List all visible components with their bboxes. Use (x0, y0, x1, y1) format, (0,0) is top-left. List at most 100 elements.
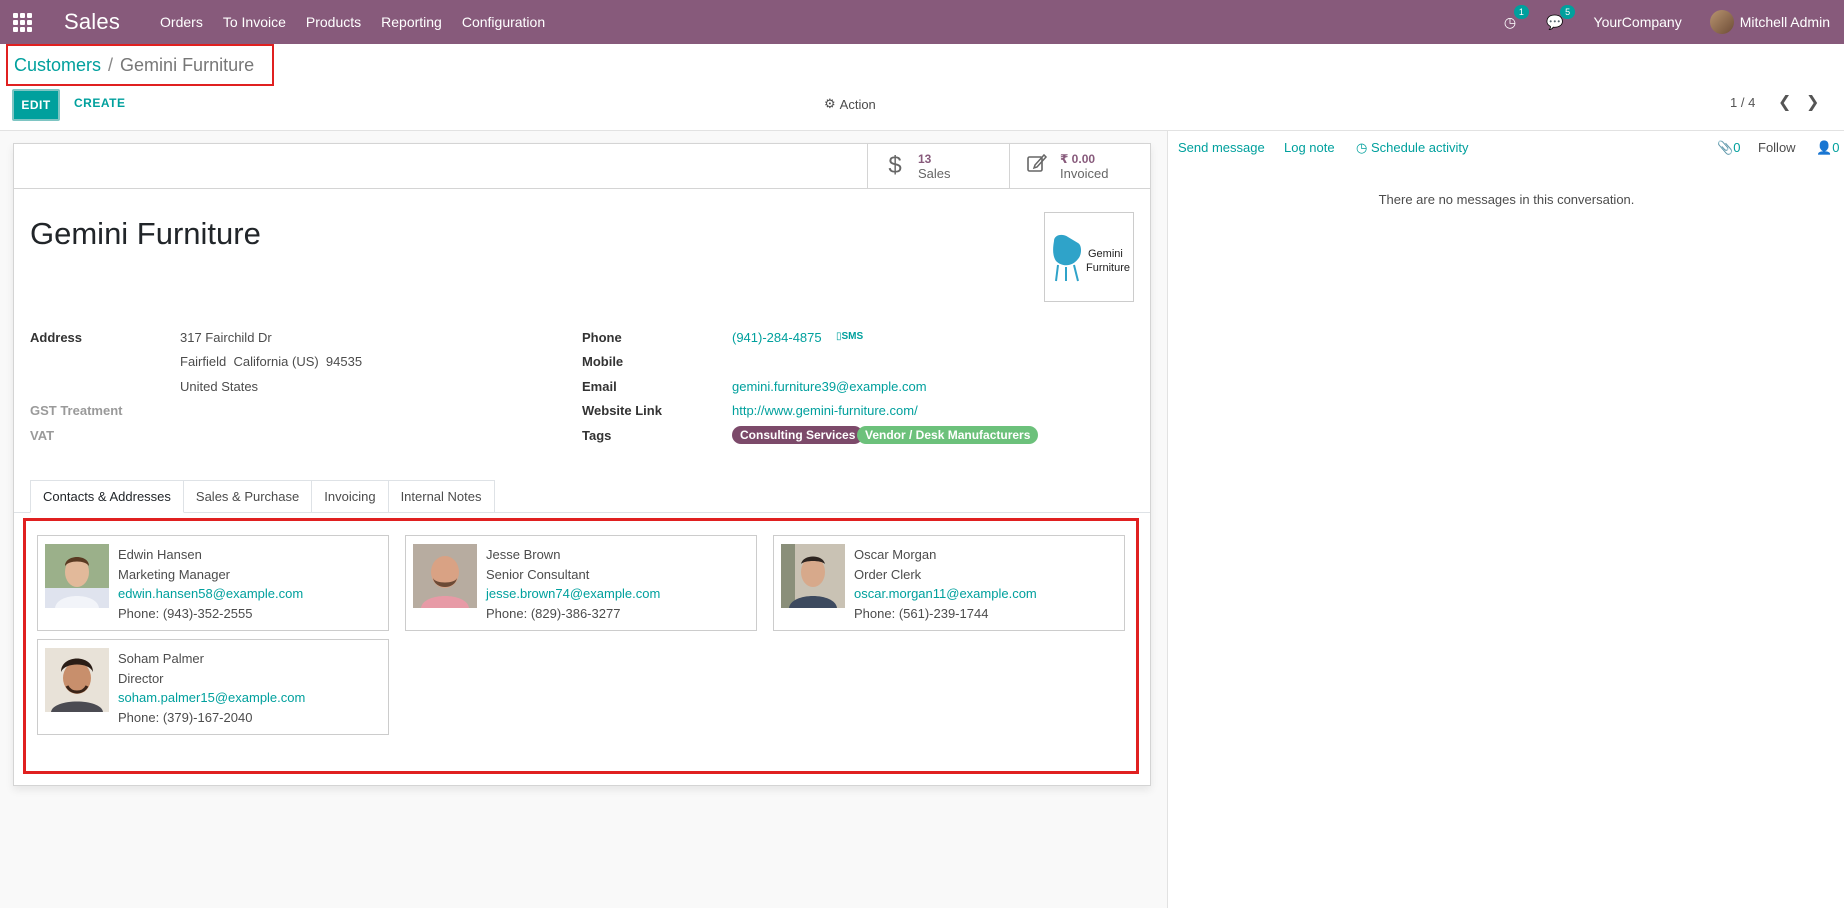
edit-button[interactable]: EDIT (12, 89, 60, 121)
tab-invoicing[interactable]: Invoicing (312, 480, 389, 513)
edit-document-icon (1026, 152, 1048, 181)
breadcrumb: Customers / Gemini Furniture (6, 44, 274, 86)
tags-label: Tags (582, 428, 612, 443)
app-name[interactable]: Sales (64, 9, 120, 35)
contact-name: Oscar Morgan (854, 547, 937, 562)
smart-button-box: $ 13 Sales ₹ 0.00 Invoiced (14, 144, 1150, 189)
attachments-count: 0 (1733, 140, 1741, 155)
tag-vendor-desk-manufacturers[interactable]: Vendor / Desk Manufacturers (857, 426, 1039, 444)
contact-phone: Phone: (943)-352-2555 (118, 606, 253, 621)
create-button[interactable]: CREATE (74, 96, 125, 110)
pager-previous-icon[interactable]: ❮ (1778, 92, 1791, 112)
followers-count: 0 (1832, 140, 1840, 155)
message-badge: 5 (1560, 4, 1576, 19)
sales-count: 13 (918, 151, 932, 166)
contact-phone: Phone: (379)-167-2040 (118, 710, 253, 725)
contact-card[interactable]: Soham Palmer Director soham.palmer15@exa… (37, 639, 389, 735)
messaging-button[interactable]: 💬 5 (1546, 4, 1576, 31)
dollar-icon: $ (888, 152, 902, 179)
action-label: Action (839, 96, 876, 112)
phone-label: Phone (582, 330, 622, 345)
contact-photo (45, 544, 109, 608)
log-note-button[interactable]: Log note (1284, 140, 1335, 155)
tab-contacts-addresses[interactable]: Contacts & Addresses (30, 480, 184, 513)
contact-name: Jesse Brown (486, 547, 561, 562)
invoiced-smart-button[interactable]: ₹ 0.00 Invoiced (1009, 144, 1151, 188)
send-message-button[interactable]: Send message (1178, 140, 1265, 155)
website-link[interactable]: http://www.gemini-furniture.com/ (732, 403, 918, 418)
partner-name: Gemini Furniture (30, 216, 261, 251)
tab-sales-purchase[interactable]: Sales & Purchase (183, 480, 313, 513)
sms-button[interactable]: ▯SMS (836, 331, 863, 342)
sms-label: SMS (841, 331, 864, 342)
mobile-label: Mobile (582, 354, 624, 369)
contact-photo (781, 544, 845, 608)
user-avatar (1709, 10, 1734, 34)
menu-configuration[interactable]: Configuration (462, 14, 545, 30)
contact-name: Edwin Hansen (118, 547, 202, 562)
form-sheet: $ 13 Sales ₹ 0.00 Invoiced Gemini Furnit… (13, 143, 1151, 786)
address-country: United States (180, 379, 259, 394)
breadcrumb-customers-link[interactable]: Customers (14, 55, 101, 76)
contact-card[interactable]: Edwin Hansen Marketing Manager edwin.han… (37, 535, 389, 631)
chatter-panel: Send message Log note ◷ Schedule activit… (1167, 131, 1844, 908)
tab-internal-notes[interactable]: Internal Notes (388, 480, 495, 513)
partner-logo[interactable]: Gemini Furniture (1044, 212, 1134, 302)
address-label: Address (30, 330, 83, 345)
tag-consulting-services[interactable]: Consulting Services (732, 426, 864, 444)
email-link[interactable]: gemini.furniture39@example.com (732, 379, 927, 394)
contact-email[interactable]: soham.palmer15@example.com (118, 690, 305, 705)
contact-card[interactable]: Oscar Morgan Order Clerk oscar.morgan11@… (773, 535, 1125, 631)
no-messages-text: There are no messages in this conversati… (1378, 192, 1635, 207)
contact-phone: Phone: (829)-386-3277 (486, 606, 621, 621)
paperclip-icon: 📎 (1717, 140, 1734, 155)
contact-card[interactable]: Jesse Brown Senior Consultant jesse.brow… (405, 535, 757, 631)
contact-name: Soham Palmer (118, 651, 204, 666)
clock-icon: ◷ (1503, 13, 1517, 30)
sales-label: Sales (918, 165, 951, 181)
breadcrumb-separator: / (108, 54, 114, 75)
pager-value[interactable]: 1 / 4 (1730, 95, 1755, 110)
gear-icon: ⚙ (824, 96, 836, 111)
contact-role: Senior Consultant (486, 567, 590, 582)
contact-photo (413, 544, 477, 608)
top-navbar: Sales Orders To Invoice Products Reporti… (0, 0, 1844, 44)
company-switcher[interactable]: YourCompany (1594, 14, 1682, 30)
activity-button[interactable]: ◷ 1 (1503, 4, 1529, 31)
contact-email[interactable]: oscar.morgan11@example.com (854, 586, 1037, 601)
action-dropdown[interactable]: ⚙ Action (824, 96, 876, 112)
form-tabs: Contacts & Addresses Sales & Purchase In… (30, 480, 495, 513)
contact-email[interactable]: jesse.brown74@example.com (486, 586, 660, 601)
invoiced-label: Invoiced (1060, 165, 1109, 181)
breadcrumb-current: Gemini Furniture (120, 54, 255, 75)
schedule-activity-label: Schedule activity (1370, 140, 1469, 155)
schedule-activity-button[interactable]: ◷ Schedule activity (1356, 140, 1469, 156)
phone-link[interactable]: (941)-284-4875 (732, 330, 822, 345)
contact-role: Order Clerk (854, 567, 922, 582)
email-label: Email (582, 379, 617, 394)
sales-smart-button[interactable]: $ 13 Sales (867, 144, 1009, 188)
contacts-section: Edwin Hansen Marketing Manager edwin.han… (23, 518, 1139, 774)
menu-products[interactable]: Products (306, 14, 361, 30)
contact-photo (45, 648, 109, 712)
menu-to-invoice[interactable]: To Invoice (223, 14, 286, 30)
menu-orders[interactable]: Orders (160, 14, 203, 30)
attachments-button[interactable]: 📎0 (1717, 140, 1740, 156)
follow-button[interactable]: Follow (1758, 140, 1796, 155)
logo-text-furniture: Furniture (1086, 262, 1130, 274)
clock-icon: ◷ (1356, 140, 1368, 155)
address-city-line: Fairfield California (US) 94535 (180, 354, 363, 369)
contact-role: Marketing Manager (118, 567, 230, 582)
contact-phone: Phone: (561)-239-1744 (854, 606, 989, 621)
website-label: Website Link (582, 403, 662, 418)
invoiced-amount: ₹ 0.00 (1060, 151, 1096, 166)
contact-email[interactable]: edwin.hansen58@example.com (118, 586, 303, 601)
pager-next-icon[interactable]: ❯ (1806, 92, 1819, 112)
contact-role: Director (118, 671, 164, 686)
logo-text-gemini: Gemini (1088, 248, 1123, 260)
apps-menu-icon[interactable] (0, 0, 44, 44)
user-menu[interactable]: Mitchell Admin (1709, 10, 1830, 34)
menu-reporting[interactable]: Reporting (381, 14, 442, 30)
activity-badge: 1 (1513, 4, 1529, 19)
followers-button[interactable]: 👤0 (1816, 140, 1839, 156)
